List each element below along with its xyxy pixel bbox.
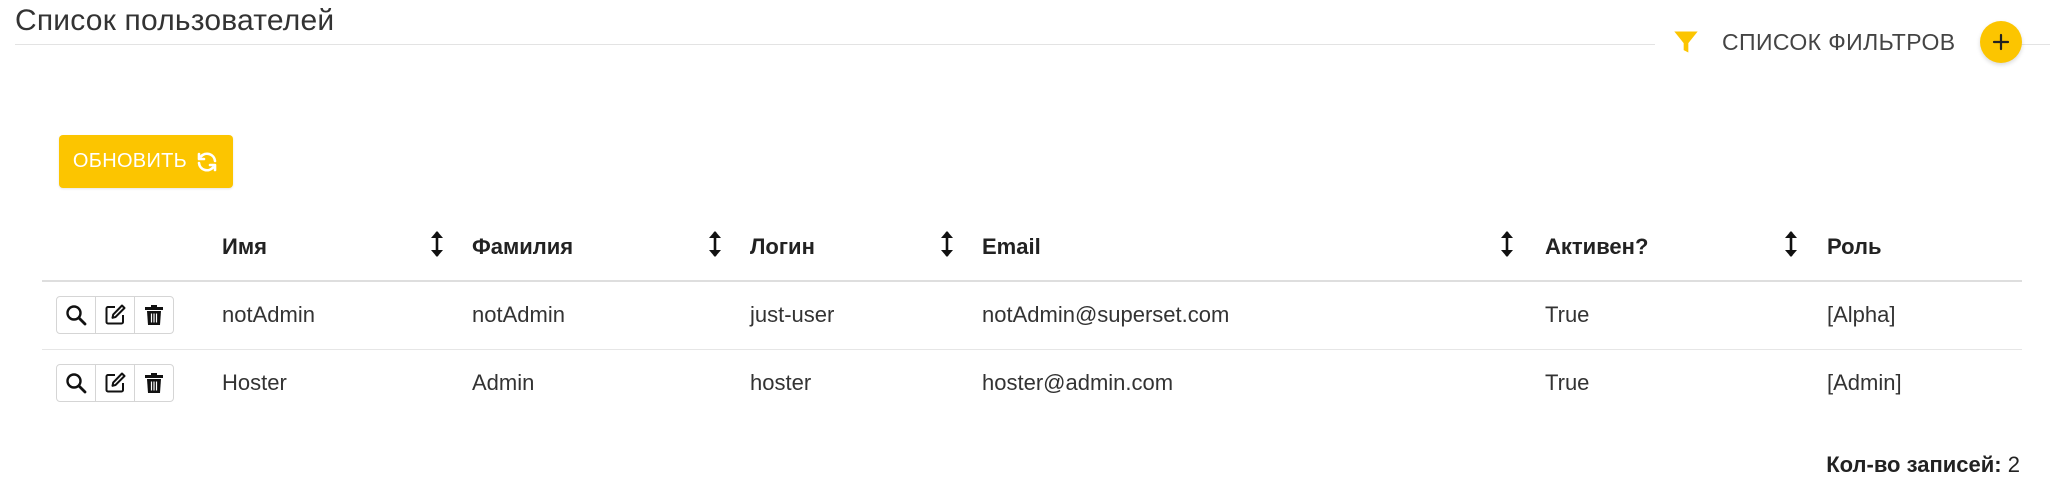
column-header-email[interactable]: Email [982,234,1041,260]
refresh-button[interactable]: ОБНОВИТЬ [59,135,233,188]
edit-icon [105,304,126,325]
filters-toggle[interactable]: СПИСОК ФИЛЬТРОВ [1672,22,1955,62]
edit-button[interactable] [96,297,135,333]
delete-button[interactable] [135,365,173,401]
add-filter-button[interactable] [1980,21,2022,63]
cell-first-name: notAdmin [222,302,315,327]
column-header-role[interactable]: Роль [1827,234,1882,260]
record-count-value: 2 [2007,452,2020,477]
cell-active: True [1545,370,1590,395]
sort-icon[interactable] [939,229,955,259]
trash-icon [145,305,163,325]
cell-first-name: Hoster [222,370,287,395]
cell-email: hoster@admin.com [982,370,1174,395]
column-header-active[interactable]: Активен? [1545,234,1648,260]
cell-active: True [1545,302,1590,327]
row-actions [56,296,174,334]
sort-icon[interactable] [1499,229,1515,259]
column-header-login[interactable]: Логин [750,234,815,260]
sort-icon[interactable] [1783,229,1799,259]
column-header-last-name[interactable]: Фамилия [472,234,573,260]
cell-role: [Admin] [1827,370,1902,395]
search-icon [66,305,87,326]
sort-icon[interactable] [707,229,723,259]
sort-icon[interactable] [429,229,445,259]
column-header-first-name[interactable]: Имя [222,234,267,260]
edit-icon [105,372,126,393]
users-table: Имя Фамилия Логин Email Активен? Роль no… [42,222,2022,417]
filters-label: СПИСОК ФИЛЬТРОВ [1722,28,1956,55]
table-header: Имя Фамилия Логин Email Активен? Роль [42,222,2022,282]
row-actions [56,364,174,402]
edit-button[interactable] [96,365,135,401]
table-row: notAdmin notAdmin just-user notAdmin@sup… [42,282,2022,350]
trash-icon [145,373,163,393]
record-count: Кол-во записей: 2 [1826,452,2020,478]
refresh-icon [197,151,217,172]
filter-icon [1674,31,1698,53]
cell-login: hoster [750,370,812,395]
view-button[interactable] [57,297,96,333]
table-row: Hoster Admin hoster hoster@admin.com Tru… [42,350,2022,417]
search-icon [66,373,87,394]
cell-last-name: notAdmin [472,302,565,327]
cell-email: notAdmin@superset.com [982,302,1230,327]
cell-role: [Alpha] [1827,302,1896,327]
plus-icon [1992,33,2010,51]
view-button[interactable] [57,365,96,401]
refresh-label: ОБНОВИТЬ [72,150,188,172]
page-title: Список пользователей [15,4,335,37]
cell-login: just-user [750,302,835,327]
cell-last-name: Admin [472,370,535,395]
delete-button[interactable] [135,297,173,333]
title-divider [15,44,1655,45]
record-count-label: Кол-во записей: [1826,452,2002,477]
